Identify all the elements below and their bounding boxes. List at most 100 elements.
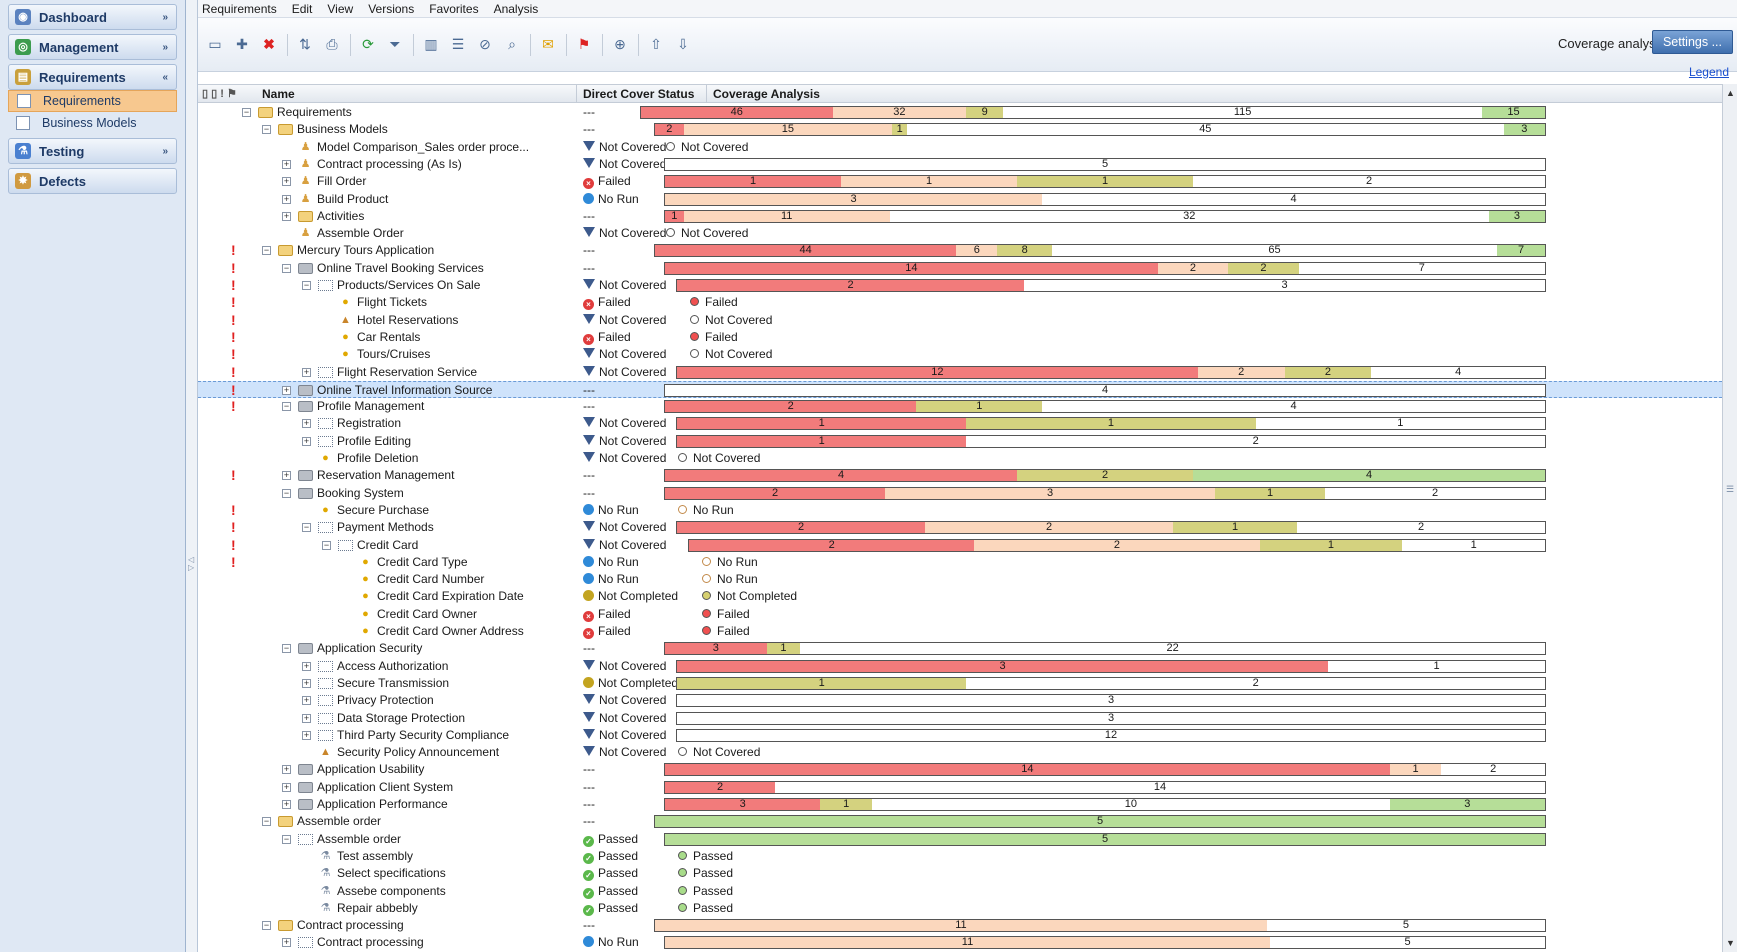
requirement-name[interactable]: Mercury Tours Application [297,243,434,257]
column-header-coverage[interactable]: Coverage Analysis [713,87,820,101]
table-row[interactable]: ! − Profile Management --- 2 1 4 [198,398,1722,415]
expand-icon[interactable]: + [282,386,291,395]
coverage-bar[interactable]: 12 [676,729,1546,742]
refresh-icon[interactable]: ⟳ [357,34,379,56]
requirement-name[interactable]: Profile Management [317,399,424,413]
table-row[interactable]: ⚗ Repair abbebly ✓ Passed Passed [198,900,1722,917]
table-row[interactable]: ! + Flight Reservation Service Not Covered 1… [198,364,1722,381]
go-up-icon[interactable]: ⇧ [645,34,667,56]
coverage-bar[interactable]: 111 [676,417,1546,430]
table-row[interactable]: + Privacy Protection Not Covered 3 [198,692,1722,709]
requirement-name[interactable]: Access Authorization [337,659,448,673]
coverage-bar[interactable]: 5 [664,158,1546,171]
coverage-bar[interactable]: 12 [676,435,1546,448]
collapse-icon[interactable]: − [282,835,291,844]
coverage-bar[interactable]: 1 11 32 3 [664,210,1546,223]
expand-icon[interactable]: + [302,714,311,723]
coverage-bar[interactable]: 46 32 9 115 15 [640,106,1546,119]
requirement-name[interactable]: Assemble order [297,814,381,828]
chevron-icon[interactable]: « [162,72,168,83]
chevron-icon[interactable]: » [162,146,168,157]
table-row[interactable]: ⚗ Select specifications ✓ Passed Passed [198,865,1722,882]
requirement-name[interactable]: Assebe components [337,884,446,898]
sidebar-splitter[interactable]: ◁ ▷ [186,0,198,952]
requirement-name[interactable]: Application Usability [317,762,424,776]
requirement-name[interactable]: Build Product [317,192,388,206]
table-row[interactable]: − Requirements --- 46 32 9 115 15 [198,104,1722,121]
column-header-status[interactable]: Direct Cover Status [583,87,694,101]
find-icon[interactable]: ⌕ [501,34,523,56]
requirement-name[interactable]: Credit Card Expiration Date [377,589,524,603]
requirement-name[interactable]: Assemble Order [317,226,404,240]
expand-icon[interactable]: + [302,662,311,671]
coverage-bar[interactable]: 3 [676,712,1546,725]
requirement-name[interactable]: Test assembly [337,849,413,863]
requirement-name[interactable]: Credit Card [357,538,418,552]
coverage-bar[interactable]: 34 [664,193,1546,206]
coverage-bar[interactable]: 2211 [688,539,1546,552]
table-row[interactable]: + Third Party Security Compliance Not Cove… [198,727,1722,744]
columns-icon[interactable]: ▥ [420,34,442,56]
expand-icon[interactable]: + [302,731,311,740]
coverage-bar[interactable]: 2212 [676,521,1546,534]
coverage-bar[interactable]: 424 [664,469,1546,482]
table-row[interactable]: − Application Security --- 3 1 22 [198,640,1722,657]
menu-requirements[interactable]: Requirements [202,2,277,16]
table-row[interactable]: + Application Usability --- 14 1 2 [198,761,1722,778]
table-row[interactable]: + Access Authorization Not Covered 3 1 [198,658,1722,675]
table-row[interactable]: + ♟ Fill Order × Failed 1 1 1 2 [198,173,1722,190]
expand-icon[interactable]: + [302,419,311,428]
settings-button[interactable]: Settings ... [1651,30,1733,54]
requirement-name[interactable]: Car Rentals [357,330,420,344]
table-row[interactable]: ♟ Model Comparison_Sales order proce... No… [198,139,1722,156]
table-row[interactable]: − Assemble order --- 5 [198,813,1722,830]
requirement-name[interactable]: Profile Editing [337,434,411,448]
coverage-bar[interactable]: 12 2 2 4 [676,366,1546,379]
requirement-name[interactable]: Online Travel Information Source [317,383,492,397]
table-row[interactable]: + Data Storage Protection Not Covered 3 [198,710,1722,727]
coverage-bar[interactable]: 5 [654,815,1546,828]
requirement-name[interactable]: Online Travel Booking Services [317,261,484,275]
nav-requirements[interactable]: ▤ Requirements « [8,64,177,90]
requirement-name[interactable]: Reservation Management [317,468,454,482]
column-header-name[interactable]: Name [262,87,295,101]
collapse-icon[interactable]: − [282,489,291,498]
coverage-bar[interactable]: 3 1 10 3 [664,798,1546,811]
requirement-name[interactable]: Contract processing [297,918,404,932]
collapse-icon[interactable]: − [262,921,271,930]
menu-view[interactable]: View [327,2,353,16]
coverage-bar[interactable]: 14 2 2 7 [664,262,1546,275]
expand-icon[interactable]: + [282,471,291,480]
requirement-name[interactable]: Products/Services On Sale [337,278,480,292]
table-row[interactable]: − Booking System --- 2 3 1 2 [198,485,1722,502]
collapse-icon[interactable]: − [262,246,271,255]
mail-icon[interactable]: ✉ [537,34,559,56]
coverage-bar[interactable]: 12 [676,677,1546,690]
collapse-icon[interactable]: − [262,817,271,826]
coverage-bar[interactable]: 2 15 1 45 3 [654,123,1546,136]
requirement-name[interactable]: Privacy Protection [337,693,434,707]
menu-edit[interactable]: Edit [292,2,313,16]
requirement-name[interactable]: Credit Card Owner Address [377,624,524,638]
requirement-name[interactable]: Select specifications [337,866,446,880]
table-row[interactable]: + ♟ Build Product No Run 3 4 [198,191,1722,208]
requirement-name[interactable]: Booking System [317,486,404,500]
details-icon[interactable]: ☰ [447,34,469,56]
collapse-icon[interactable]: − [302,523,311,532]
requirement-name[interactable]: Business Models [297,122,388,136]
column-divider[interactable] [706,85,707,103]
table-row[interactable]: ♟ Assemble Order Not Covered Not Covered [198,225,1722,242]
requirement-name[interactable]: Secure Transmission [337,676,449,690]
table-row[interactable]: ! − Mercury Tours Application --- 44 6 8 65 7 [198,242,1722,259]
table-row[interactable]: − Contract processing --- 11 5 [198,917,1722,934]
table-row[interactable]: − Business Models --- 2 15 1 45 3 [198,121,1722,138]
expand-icon[interactable]: + [282,212,291,221]
chevron-icon[interactable]: » [162,42,168,53]
table-row[interactable]: + Secure Transmission Not Completed 1 2 [198,675,1722,692]
column-divider[interactable] [576,85,577,103]
coverage-bar[interactable]: 14 1 2 [664,763,1546,776]
header-icons[interactable]: ▯ ▯ ! ⚑ [202,87,237,100]
coverage-bar[interactable]: 214 [664,400,1546,413]
chevron-icon[interactable]: » [162,12,168,23]
coverage-bar[interactable]: 2312 [664,487,1546,500]
